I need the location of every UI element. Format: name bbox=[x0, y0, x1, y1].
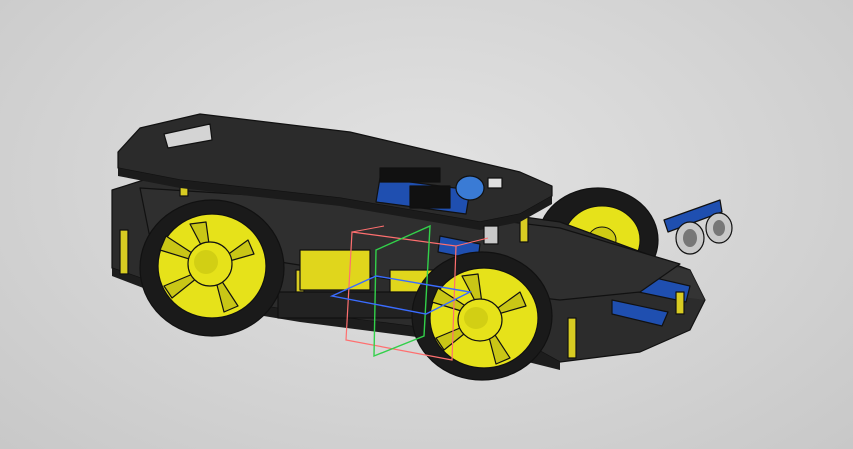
front-left-wheel[interactable] bbox=[139, 199, 285, 337]
front-right-wheel[interactable] bbox=[411, 251, 553, 381]
robot-car-model[interactable] bbox=[0, 0, 853, 449]
3d-viewport[interactable] bbox=[0, 0, 853, 449]
